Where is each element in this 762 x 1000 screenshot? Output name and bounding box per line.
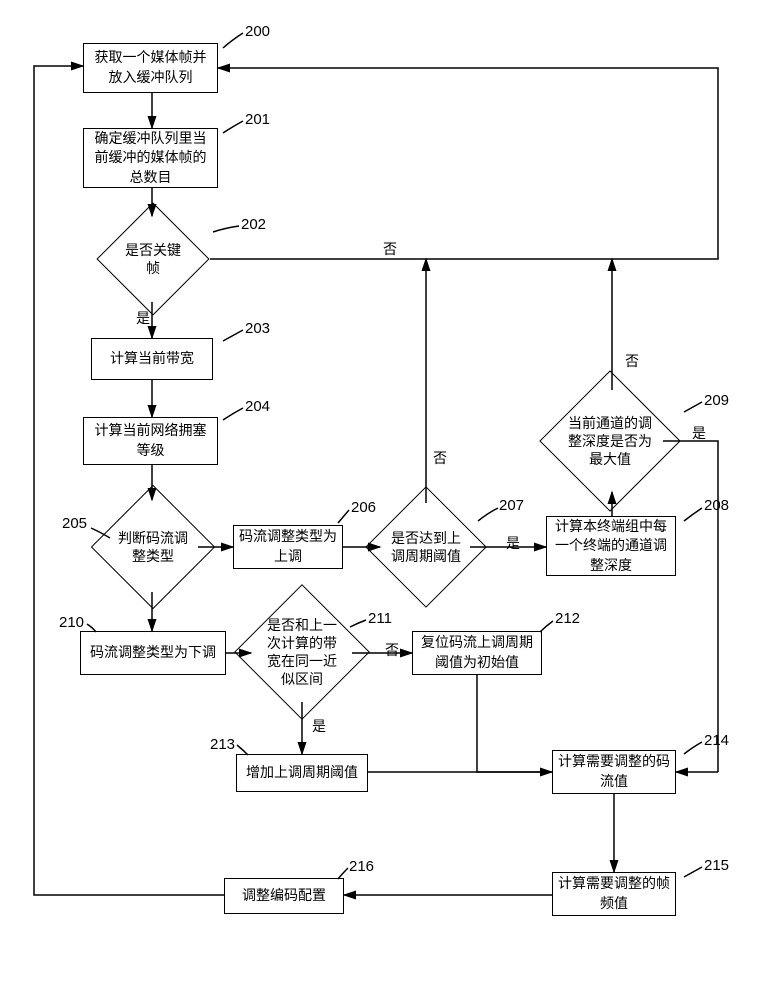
callout-206: 206 — [351, 499, 376, 516]
node-216: 调整编码配置 — [224, 878, 344, 914]
node-209-text: 当前通道的调整深度是否为最大值 — [560, 414, 660, 469]
label-207-no: 否 — [433, 448, 447, 468]
node-213-text: 增加上调周期阈值 — [246, 763, 358, 783]
callout-203: 203 — [245, 320, 270, 337]
callout-202: 202 — [241, 216, 266, 233]
node-202-text: 是否关键帧 — [113, 241, 193, 277]
node-213: 增加上调周期阈值 — [236, 754, 368, 792]
node-210-text: 码流调整类型为下调 — [90, 643, 216, 663]
node-201-text: 确定缓冲队列里当前缓冲的媒体帧的总数目 — [88, 129, 213, 188]
callout-216: 216 — [349, 858, 374, 875]
node-216-text: 调整编码配置 — [242, 886, 326, 906]
node-202: 是否关键帧 — [113, 219, 193, 299]
node-211-text: 是否和上一次计算的带宽在同一近似区间 — [254, 616, 350, 689]
node-203: 计算当前带宽 — [91, 338, 213, 380]
node-205: 判断码流调整类型 — [109, 503, 197, 591]
node-206-text: 码流调整类型为上调 — [238, 527, 338, 566]
node-214: 计算需要调整的码流值 — [552, 750, 676, 794]
callout-215: 215 — [704, 857, 729, 874]
callout-212: 212 — [555, 610, 580, 627]
node-208: 计算本终端组中每一个终端的通道调整深度 — [546, 516, 676, 576]
node-204: 计算当前网络拥塞等级 — [83, 417, 218, 465]
flowchart-canvas: 获取一个媒体帧并放入缓冲队列 确定缓冲队列里当前缓冲的媒体帧的总数目 是否关键帧… — [0, 0, 762, 1000]
callout-211: 211 — [368, 610, 392, 627]
label-209-no: 否 — [625, 351, 639, 371]
node-200-text: 获取一个媒体帧并放入缓冲队列 — [88, 48, 213, 87]
node-205-text: 判断码流调整类型 — [109, 529, 197, 565]
label-211-yes: 是 — [312, 716, 326, 736]
node-209: 当前通道的调整深度是否为最大值 — [560, 391, 660, 491]
node-204-text: 计算当前网络拥塞等级 — [88, 421, 213, 460]
callout-208: 208 — [704, 497, 729, 514]
node-206: 码流调整类型为上调 — [233, 525, 343, 569]
callout-214: 214 — [704, 732, 729, 749]
callout-201: 201 — [245, 111, 270, 128]
callout-200: 200 — [245, 23, 270, 40]
node-200: 获取一个媒体帧并放入缓冲队列 — [83, 43, 218, 93]
node-201: 确定缓冲队列里当前缓冲的媒体帧的总数目 — [83, 128, 218, 188]
label-202-no: 否 — [383, 239, 397, 259]
callout-210: 210 — [59, 614, 84, 631]
callout-207: 207 — [499, 497, 524, 514]
label-207-yes: 是 — [506, 533, 520, 553]
node-203-text: 计算当前带宽 — [110, 349, 194, 369]
node-208-text: 计算本终端组中每一个终端的通道调整深度 — [551, 517, 671, 576]
node-207: 是否达到上调周期阈值 — [383, 504, 469, 590]
callout-209: 209 — [704, 392, 729, 409]
node-211: 是否和上一次计算的带宽在同一近似区间 — [254, 604, 350, 700]
node-212-text: 复位码流上调周期阈值为初始值 — [417, 633, 537, 672]
node-207-text: 是否达到上调周期阈值 — [383, 529, 469, 565]
node-215: 计算需要调整的帧频值 — [552, 872, 676, 916]
node-215-text: 计算需要调整的帧频值 — [557, 874, 671, 913]
callout-213: 213 — [210, 736, 235, 753]
node-214-text: 计算需要调整的码流值 — [557, 752, 671, 791]
node-210: 码流调整类型为下调 — [80, 631, 226, 675]
label-202-yes: 是 — [136, 308, 150, 328]
node-212: 复位码流上调周期阈值为初始值 — [412, 631, 542, 675]
callout-205: 205 — [62, 515, 87, 532]
label-211-no: 否 — [385, 640, 399, 660]
label-209-yes: 是 — [692, 423, 706, 443]
callout-204: 204 — [245, 398, 270, 415]
